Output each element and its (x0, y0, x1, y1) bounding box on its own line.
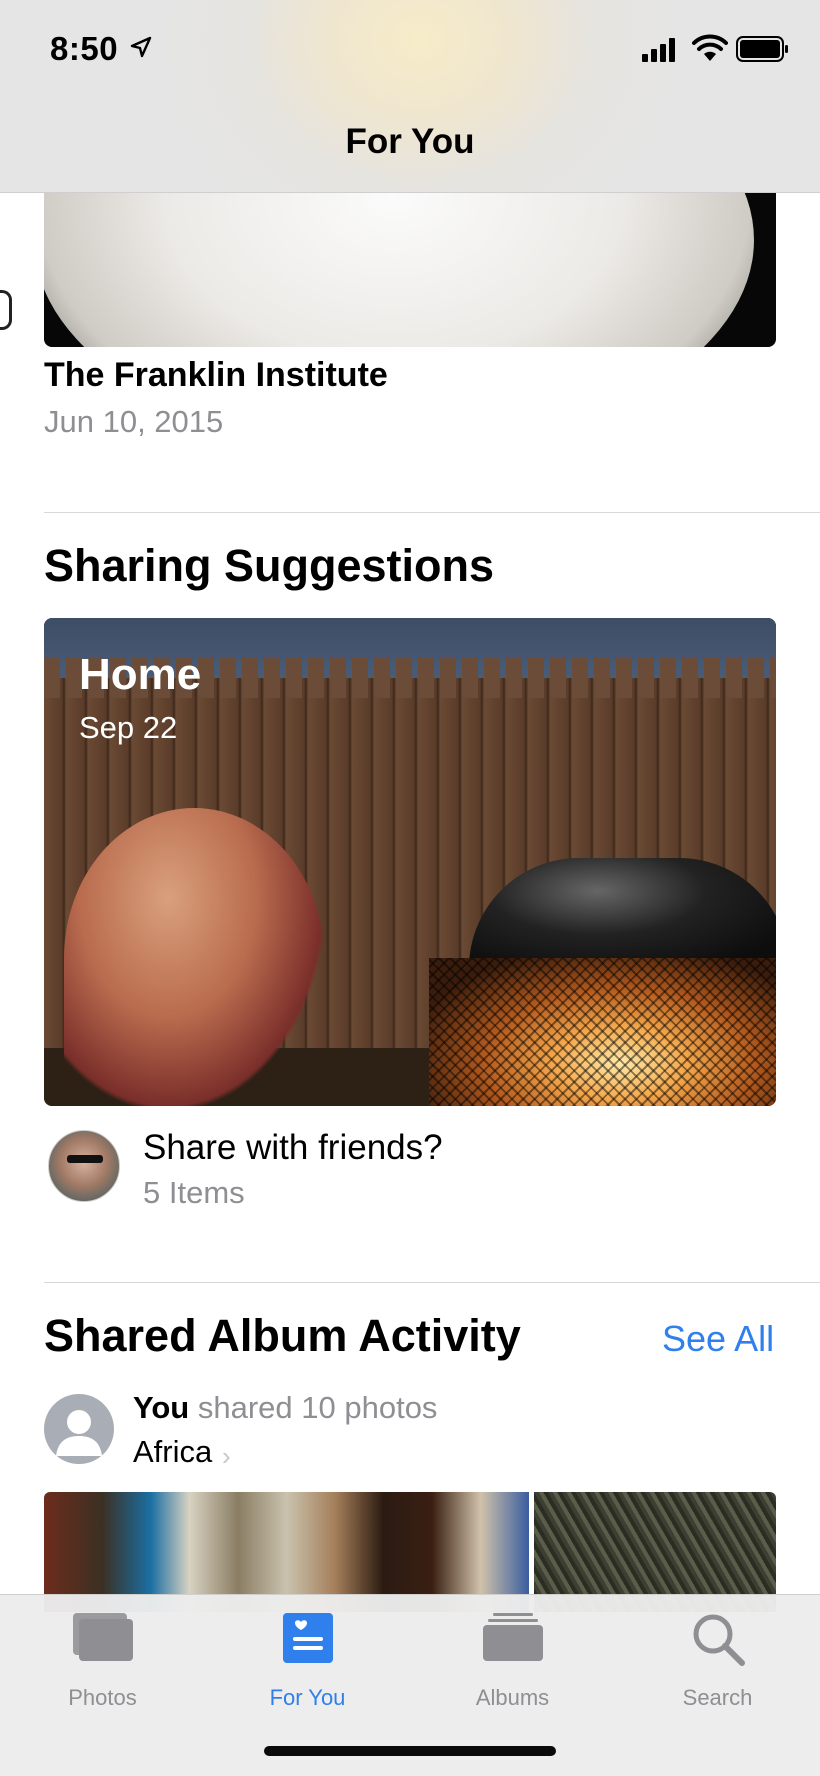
person-photo-subject (64, 808, 324, 1106)
albums-icon (482, 1613, 543, 1661)
home-indicator[interactable] (264, 1746, 556, 1756)
status-bar: 8:50 (0, 0, 820, 100)
section-divider (44, 1282, 820, 1283)
person-silhouette-icon (56, 1410, 102, 1456)
tab-search[interactable]: Search (615, 1595, 820, 1725)
location-arrow-icon (130, 36, 152, 58)
memory-title[interactable]: The Franklin Institute (44, 356, 388, 395)
wifi-icon (692, 34, 728, 61)
suggestion-title: Home (79, 650, 202, 699)
share-prompt[interactable]: Share with friends? (143, 1128, 443, 1168)
friend-avatar[interactable] (48, 1130, 120, 1202)
tab-for-you[interactable]: For You (205, 1595, 410, 1725)
see-all-button[interactable]: See All (662, 1318, 774, 1360)
activity-action: shared 10 photos (189, 1390, 438, 1425)
tab-label: Albums (475, 1685, 550, 1710)
shared-album-activity-heading: Shared Album Activity (44, 1310, 521, 1361)
tab-photos[interactable]: Photos (0, 1595, 205, 1725)
tab-label: Search (682, 1685, 753, 1710)
sharing-suggestion-card[interactable]: Home Sep 22 (44, 618, 776, 1106)
tab-label: For You (269, 1685, 346, 1710)
left-edge-fragment (0, 290, 12, 330)
search-icon (693, 1614, 745, 1666)
suggestion-date: Sep 22 (79, 710, 178, 745)
battery-icon (736, 36, 788, 62)
share-item-count: 5 Items (143, 1175, 245, 1210)
sharing-suggestions-heading: Sharing Suggestions (44, 540, 495, 591)
user-avatar (44, 1394, 114, 1464)
album-link[interactable]: Africa (133, 1434, 212, 1470)
cellular-signal-icon (642, 38, 675, 62)
status-time: 8:50 (50, 30, 119, 67)
memory-date: Jun 10, 2015 (44, 404, 224, 439)
tab-albums[interactable]: Albums (410, 1595, 615, 1725)
photos-icon (72, 1613, 133, 1661)
firepit-photo-subject (429, 858, 776, 1106)
tab-label: Photos (68, 1685, 137, 1710)
activity-actor: You (133, 1390, 190, 1425)
activity-description: You shared 10 photos (133, 1390, 437, 1426)
for-you-icon (282, 1613, 333, 1663)
chevron-right-icon[interactable]: › (222, 1441, 231, 1472)
page-title: For You (345, 122, 475, 161)
section-divider (44, 512, 820, 513)
